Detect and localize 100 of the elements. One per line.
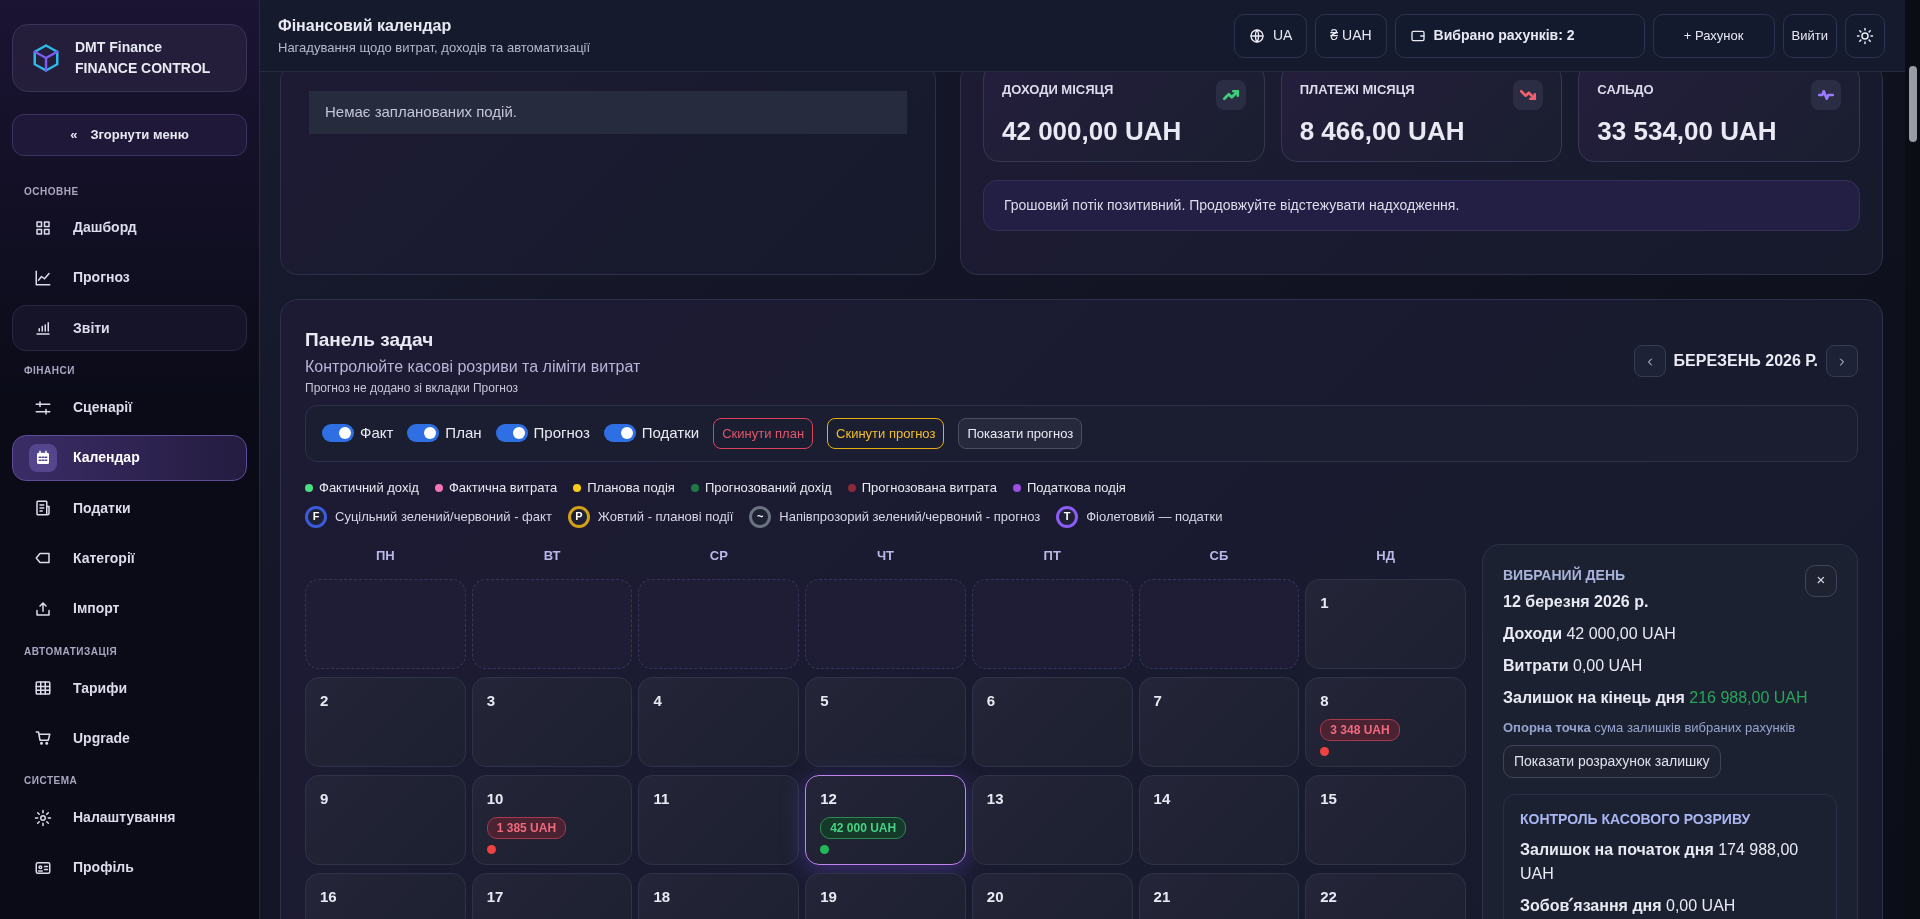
day-cell[interactable]: 11 [638,775,800,865]
weekday-header: ВТ [542,546,562,565]
day-cell[interactable]: 21 [1138,873,1300,919]
event-dot [1320,746,1330,756]
bar-chart-icon [34,319,52,338]
sidebar-item[interactable]: Категорії [12,535,247,582]
toggle-switch[interactable] [495,424,528,443]
day-cell[interactable]: 1 [1305,579,1466,669]
stat-label: САЛЬДО [1597,81,1654,99]
sidebar-section-title: АВТОМАТИЗАЦІЯ [23,644,119,659]
day-cell[interactable]: 4 [638,677,800,767]
add-account-button[interactable]: + Рахунок [1652,13,1775,58]
key-badge: ~ [749,505,772,528]
forecast-hint: Прогноз не додано зі вкладки Прогноз [305,379,519,397]
summary-line: Витрати 0,00 UAH [1503,655,1644,676]
sidebar-item[interactable]: Календар [12,434,247,481]
day-number: 5 [820,691,830,711]
language-button[interactable]: UA [1233,13,1308,58]
day-cell[interactable]: 15 [1305,775,1466,865]
day-number: 20 [986,887,1005,907]
toggle-switch[interactable] [603,424,636,443]
toggle-switch[interactable] [322,424,354,443]
weekday-header: СБ [1208,546,1230,565]
settings-icon [34,808,52,827]
day-cell[interactable]: 10 1 385 UAH [471,775,633,865]
sidebar-item[interactable]: Профіль [12,844,247,892]
sidebar-section-title: СИСТЕМА [23,774,79,789]
panel-heading: ВИБРАНИЙ ДЕНЬ [1503,565,1627,585]
day-number: 7 [1153,691,1163,711]
cart-icon [34,729,52,748]
document-icon [34,499,52,518]
day-cell[interactable]: 13 [971,775,1133,865]
legend-label: Планова подія [587,479,675,497]
day-number: 2 [320,691,330,711]
sidebar-item[interactable]: Звіти [12,305,247,352]
weekday-header: ПН [375,546,396,565]
event-dot [820,844,830,854]
weekday-header: СР [708,546,729,565]
sidebar-item[interactable]: Налаштування [12,794,247,841]
weekday-header: ЧТ [875,546,896,565]
toggle-label: Факт [360,423,394,443]
reference-note: Опорна точка сума залишків вибраних рахунків [1503,718,1797,737]
selected-date: 12 березня 2026 р. [1503,591,1649,612]
weekday-header: НД [1375,546,1396,565]
day-cell[interactable]: 17 [471,873,633,919]
day-cell[interactable]: 22 [1305,873,1466,919]
gap-line: Зобов՛язання дня 0,00 UAH [1520,896,1737,916]
toggle-switch[interactable] [407,424,440,443]
weekday-header: ПТ [1042,546,1062,565]
theme-toggle-button[interactable] [1845,13,1885,58]
day-cell[interactable]: 5 [805,677,966,767]
currency-button[interactable]: ₴ UAH [1315,13,1387,58]
scrollbar-thumb[interactable] [1908,66,1917,142]
panel-subtitle: Контролюйте касові розриви та ліміти витрат [305,356,641,377]
day-number: 16 [320,887,338,907]
action-button[interactable]: Скинути план [713,417,814,449]
day-cell[interactable]: 8 3 348 UAH [1305,677,1466,767]
show-balance-button[interactable]: Показати розрахунок залишку [1503,745,1721,778]
action-button[interactable]: Скинути прогноз [827,417,945,449]
sidebar-section-title: ОСНОВНЕ [23,184,80,199]
collapse-menu-button[interactable]: « Згорнути меню [12,114,247,156]
sidebar-item[interactable]: Дашборд [12,204,247,251]
day-cell[interactable]: 20 [971,873,1133,919]
upload-icon [34,599,52,618]
day-cell[interactable]: 18 [638,873,800,919]
day-cell[interactable]: 2 [305,677,466,767]
stat-value: 8 466,00 UAH [1299,115,1466,148]
page-subtitle: Нагадування щодо витрат, доходів та автоматизації [278,38,591,57]
accounts-button[interactable]: Вибрано рахунків: 2 [1394,13,1645,58]
stat-label: ПЛАТЕЖІ МІСЯЦЯ [1299,81,1415,99]
close-button[interactable]: × [1805,564,1837,597]
page-title: Фінансовий календар [278,15,453,36]
day-number: 15 [1320,789,1338,809]
day-cell[interactable]: 12 42 000 UAH [805,775,966,865]
day-cell[interactable]: 16 [305,873,466,919]
day-cell[interactable]: 14 [1138,775,1300,865]
legend-label: Прогнозована витрата [861,479,997,497]
day-number: 18 [653,887,672,907]
sidebar-item[interactable]: Сценарії [12,384,247,431]
brand-name: DMT Finance [75,38,164,57]
sidebar-item[interactable]: Податки [12,485,247,532]
day-cell[interactable]: 6 [971,677,1133,767]
stat-value: 33 534,00 UAH [1597,115,1778,148]
toggle-label: Податки [641,423,700,443]
sidebar-item[interactable]: Прогноз [12,254,247,302]
day-cell[interactable]: 19 [805,873,966,919]
sidebar-item[interactable]: Upgrade [12,715,247,762]
sidebar-item[interactable]: Тарифи [12,664,247,712]
sidebar-item[interactable]: Імпорт [12,585,247,632]
key-badge: T [1056,505,1079,528]
day-cell[interactable]: 3 [471,677,633,767]
action-button[interactable]: Показати прогноз [958,417,1083,449]
day-cell[interactable]: 7 [1138,677,1300,767]
sidebar-section-title: ФІНАНСИ [23,364,76,379]
logout-button[interactable]: Вийти [1782,13,1837,58]
day-cell[interactable]: 9 [305,775,466,865]
amount-chip: 3 348 UAH [1320,718,1400,741]
key-label: Суцільний зелений/червоний - факт [335,507,552,526]
day-number: 10 [486,789,505,809]
amount-chip: 42 000 UAH [820,816,907,839]
